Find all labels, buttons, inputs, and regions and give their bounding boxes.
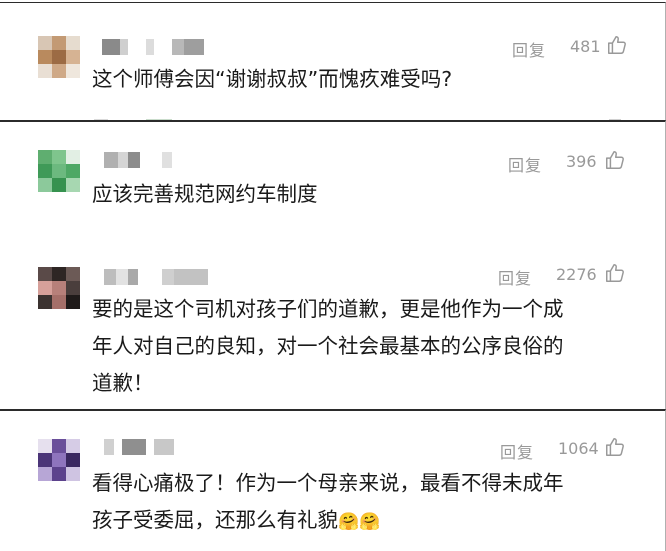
username-pixelated[interactable] <box>104 152 184 168</box>
like-count: 396 <box>566 152 597 171</box>
username-pixelated[interactable] <box>104 439 184 455</box>
thumb-up-icon[interactable] <box>604 149 626 171</box>
reply-button[interactable]: 回复 <box>500 439 534 463</box>
like-count: 481 <box>570 37 601 56</box>
thumb-up-icon[interactable] <box>604 262 626 284</box>
user-avatar[interactable] <box>38 150 80 192</box>
thumb-up-icon[interactable] <box>606 34 628 56</box>
user-avatar[interactable] <box>38 439 80 481</box>
user-avatar[interactable] <box>38 267 80 309</box>
username-pixelated[interactable] <box>104 269 214 285</box>
comment-text: 这个师傅会因“谢谢叔叔”而愧疚难受吗? <box>92 61 452 98</box>
user-avatar[interactable] <box>38 36 80 78</box>
like-count: 2276 <box>556 265 597 284</box>
thumb-up-icon[interactable] <box>604 436 626 458</box>
comment-line: 要的是这个司机对孩子们的道歉，更是他作为一个成 <box>92 297 564 321</box>
comment-card: 回复 396 应该完善规范网约车制度 <box>0 120 666 239</box>
comment-line: 应该完善规范网约车制度 <box>92 182 318 206</box>
comment-text: 看得心痛极了！作为一个母亲来说，最看不得未成年 孩子受委屈，还那么有礼貌🤗🤗 <box>92 465 564 541</box>
comment-line: 看得心痛极了！作为一个母亲来说，最看不得未成年 <box>92 471 564 495</box>
comment-card: 回复 481 这个师傅会因“谢谢叔叔”而愧疚难受吗? <box>0 2 666 122</box>
comment-line: 这个师傅会因“谢谢叔叔”而愧疚难受吗? <box>92 67 453 91</box>
reply-button[interactable]: 回复 <box>498 265 532 289</box>
reply-button[interactable]: 回复 <box>508 152 542 176</box>
comment-line: 年人对自己的良知，对一个社会最基本的公序良俗的 <box>92 334 564 358</box>
comment-line: 孩子受委屈，还那么有礼貌🤗🤗 <box>92 502 564 541</box>
hugging-face-emoji: 🤗🤗 <box>338 512 381 532</box>
reply-button[interactable]: 回复 <box>512 37 546 61</box>
comment-text: 应该完善规范网约车制度 <box>92 176 318 213</box>
username-pixelated[interactable] <box>102 39 212 55</box>
comment-text: 要的是这个司机对孩子们的道歉，更是他作为一个成 年人对自己的良知，对一个社会最基… <box>92 291 564 402</box>
comment-line: 道歉！ <box>92 371 154 395</box>
like-count: 1064 <box>558 439 599 458</box>
comment-card: 回复 1064 看得心痛极了！作为一个母亲来说，最看不得未成年 孩子受委屈，还那… <box>0 409 666 551</box>
comment-card: 回复 2276 要的是这个司机对孩子们的道歉，更是他作为一个成 年人对自己的良知… <box>0 237 666 411</box>
comment-line-text: 孩子受委屈，还那么有礼貌 <box>92 508 338 532</box>
